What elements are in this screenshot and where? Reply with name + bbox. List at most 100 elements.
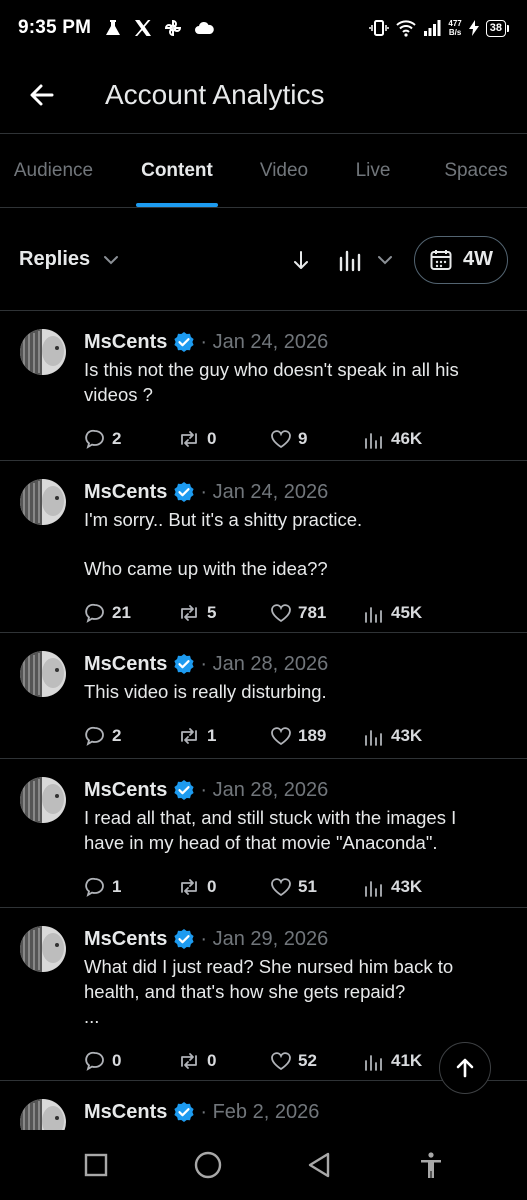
like-metric[interactable]: 189 <box>270 725 363 747</box>
post-author[interactable]: MsCents <box>84 331 167 354</box>
tab-live[interactable]: Live <box>321 135 425 207</box>
post-item[interactable]: MsCents · Jan 28, 2026 I read all that, … <box>0 759 527 908</box>
post-author[interactable]: MsCents <box>84 928 167 951</box>
repost-metric[interactable]: 0 <box>177 876 270 898</box>
post-date: · Jan 24, 2026 <box>200 330 329 353</box>
accessibility-button[interactable] <box>406 1140 456 1190</box>
arrow-down-icon[interactable] <box>290 249 312 271</box>
app-header: Account Analytics <box>0 56 527 134</box>
views-metric[interactable]: 41K <box>363 1050 422 1072</box>
battery-indicator: 38 <box>485 19 509 37</box>
views-count: 46K <box>391 429 423 448</box>
repost-count: 0 <box>207 1051 217 1070</box>
tab-audience[interactable]: Audience <box>0 135 107 207</box>
post-author[interactable]: MsCents <box>84 779 167 802</box>
vibrate-icon <box>369 20 390 36</box>
reply-metric[interactable]: 21 <box>84 602 177 624</box>
post-text-line: Is this not the guy who doesn't speak in… <box>84 359 459 405</box>
triangle-back-icon <box>309 1152 330 1178</box>
chevron-down-icon <box>378 255 392 264</box>
content-type-label: Replies <box>19 248 91 270</box>
period-button[interactable]: 4W <box>414 235 508 284</box>
post-text-line: Who came up with the idea?? <box>84 558 328 579</box>
like-metric[interactable]: 9 <box>270 428 363 450</box>
tab-content[interactable]: Content <box>107 135 247 207</box>
tab-spaces[interactable]: Spaces <box>425 135 527 207</box>
post-author[interactable]: MsCents <box>84 481 167 504</box>
reply-count: 1 <box>112 877 122 896</box>
repost-metric[interactable]: 1 <box>177 725 270 747</box>
speech-bubble-icon <box>85 429 104 449</box>
post-item[interactable]: MsCents · Jan 28, 2026 This video is rea… <box>0 633 527 759</box>
scroll-to-top-button[interactable] <box>439 1042 491 1094</box>
post-item[interactable]: MsCents · Jan 24, 2026 Is this not the g… <box>0 311 527 461</box>
repost-metric[interactable]: 0 <box>177 428 270 450</box>
filter-row: Replies 4W <box>0 209 527 311</box>
network-speed-value: 477 <box>448 19 462 28</box>
recents-button[interactable] <box>71 1140 121 1190</box>
post-text-line: This video is really disturbing. <box>84 681 327 702</box>
like-count: 52 <box>298 1051 317 1070</box>
post-list: MsCents · Jan 24, 2026 Is this not the g… <box>0 311 527 1130</box>
avatar[interactable] <box>20 1099 66 1130</box>
post-text: Is this not the guy who doesn't speak in… <box>84 357 507 407</box>
tab-video[interactable]: Video <box>247 135 321 207</box>
post-author[interactable]: MsCents <box>84 653 167 676</box>
circle-icon <box>194 1151 221 1179</box>
post-date: · Jan 29, 2026 <box>200 927 329 950</box>
post-item[interactable]: MsCents · Jan 24, 2026 I'm sorry.. But i… <box>0 461 527 633</box>
reply-metric[interactable]: 2 <box>84 725 177 747</box>
verified-badge-icon <box>173 1101 195 1123</box>
home-button[interactable] <box>183 1140 233 1190</box>
period-label: 4W <box>463 248 493 270</box>
bar-chart-icon <box>365 1055 382 1071</box>
repost-arrows-icon <box>181 1053 197 1069</box>
speech-bubble-icon <box>85 1051 104 1071</box>
avatar[interactable] <box>20 777 66 823</box>
post-text: This video is really disturbing. <box>84 679 507 704</box>
content-type-dropdown[interactable]: Replies <box>19 248 120 271</box>
avatar[interactable] <box>20 926 66 972</box>
reply-count: 2 <box>112 726 122 745</box>
bar-chart-icon <box>365 607 382 623</box>
reply-metric[interactable]: 0 <box>84 1050 177 1072</box>
status-notification-icons <box>103 18 215 38</box>
network-speed: 477 B/s <box>448 19 461 37</box>
repost-metric[interactable]: 0 <box>177 1050 270 1072</box>
reply-metric[interactable]: 1 <box>84 876 177 898</box>
back-nav-button[interactable] <box>294 1140 344 1190</box>
like-metric[interactable]: 52 <box>270 1050 363 1072</box>
views-metric[interactable]: 46K <box>363 428 422 450</box>
reply-metric[interactable]: 2 <box>84 428 177 450</box>
like-count: 781 <box>298 603 327 622</box>
verified-badge-icon <box>173 331 195 353</box>
views-metric[interactable]: 43K <box>363 876 422 898</box>
repost-count: 1 <box>207 726 217 745</box>
views-count: 43K <box>391 877 423 896</box>
views-metric[interactable]: 43K <box>363 725 422 747</box>
filter-controls: 4W <box>290 235 527 284</box>
post-author[interactable]: MsCents <box>84 1101 167 1124</box>
like-metric[interactable]: 781 <box>270 602 363 624</box>
repost-metric[interactable]: 5 <box>177 602 270 624</box>
speech-bubble-icon <box>85 877 104 897</box>
reply-count: 0 <box>112 1051 122 1070</box>
back-button[interactable] <box>20 73 64 117</box>
bar-chart-icon <box>339 250 361 271</box>
repost-arrows-icon <box>181 728 197 744</box>
views-metric[interactable]: 45K <box>363 602 422 624</box>
status-system-icons: 477 B/s 38 <box>369 18 509 38</box>
heart-icon <box>271 727 291 746</box>
verified-badge-icon <box>173 779 195 801</box>
repost-count: 5 <box>207 603 217 622</box>
square-icon <box>84 1153 108 1177</box>
avatar[interactable] <box>20 479 66 525</box>
reply-count: 21 <box>112 603 131 622</box>
like-metric[interactable]: 51 <box>270 876 363 898</box>
post-text: I read all that, and still stuck with th… <box>84 805 507 855</box>
signal-icon <box>424 20 441 36</box>
bar-chart-icon <box>365 730 382 746</box>
avatar[interactable] <box>20 651 66 697</box>
metric-dropdown[interactable] <box>338 248 394 272</box>
avatar[interactable] <box>20 329 66 375</box>
